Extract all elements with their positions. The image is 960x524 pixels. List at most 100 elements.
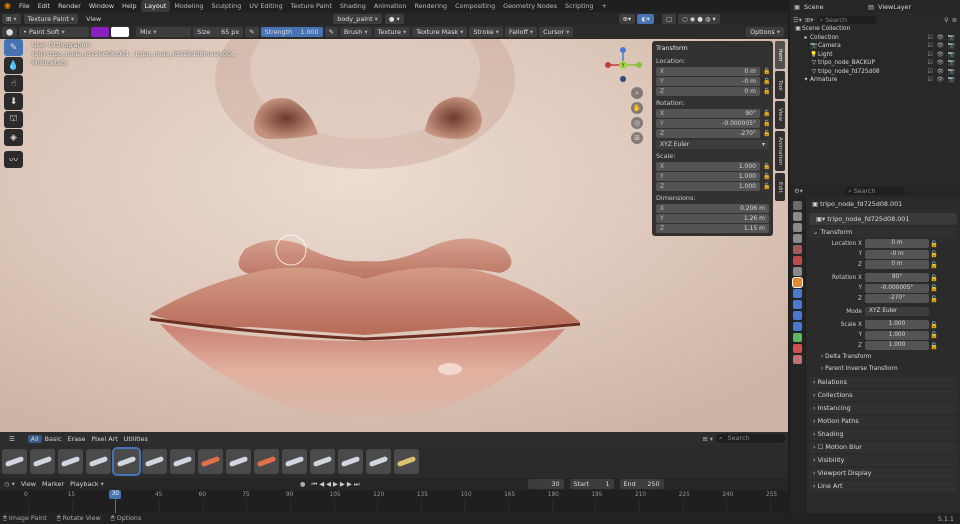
timeline-playback-menu[interactable]: Playback — [70, 480, 104, 488]
new-collection-icon[interactable]: ⊕ — [952, 16, 957, 24]
texture-menu[interactable]: Texture — [373, 27, 411, 37]
size-field[interactable]: Size 65 px — [193, 27, 244, 37]
tab-layout[interactable]: Layout — [140, 0, 171, 12]
lock-icon[interactable]: 🔓 — [929, 274, 939, 282]
brush-selector[interactable]: • Paint Soft — [19, 27, 90, 37]
outliner-row[interactable]: ▽ tripo_node_fd725d08 ☑ 👁 📷 — [790, 68, 960, 77]
brush-thumbnail[interactable] — [282, 449, 307, 474]
gizmo-toggle[interactable]: ⊕▾ — [618, 13, 636, 24]
lock-icon[interactable]: 🔓 — [929, 250, 939, 258]
3d-viewport[interactable]: ✎ 💧 ☝ ⬇ ⛫ ◈ 〰 User Orthographic (30) tri… — [0, 39, 788, 432]
sidebar-tab-view[interactable]: View — [775, 101, 785, 129]
property-field[interactable]: 0 m — [865, 260, 929, 269]
options-menu[interactable]: Options — [746, 27, 784, 37]
properties-search-input[interactable]: ⌕ Search — [845, 187, 905, 195]
lock-icon[interactable]: 🔓 — [763, 68, 770, 75]
camera-view-icon[interactable]: ◎ — [631, 117, 643, 129]
rotation-x-field[interactable]: X 90° — [656, 109, 760, 118]
tab-animation[interactable]: Animation — [370, 0, 411, 12]
parent-inverse-section[interactable]: › Parent Inverse Transform — [809, 364, 957, 375]
tool-icon[interactable]: ⬤ — [2, 27, 18, 37]
section-motion-blur[interactable]: › ☐ Motion Blur — [809, 441, 957, 453]
section-line-art[interactable]: › Line Art — [809, 480, 957, 492]
lock-icon[interactable]: 🔓 — [763, 88, 770, 95]
rotation-z-field[interactable]: Z -270° — [656, 129, 760, 138]
outliner-search-input[interactable]: ⌕ Search — [816, 16, 877, 24]
shelf-tab-all[interactable]: All — [27, 434, 42, 443]
shading-modes[interactable]: ○ ◉ ● ◍ ▾ — [678, 13, 720, 24]
section-collections[interactable]: › Collections — [809, 389, 957, 401]
tab-uv-editing[interactable]: UV Editing — [245, 0, 286, 12]
view-layer-tab-icon[interactable] — [793, 234, 802, 243]
timeline-editor-icon[interactable]: ◷ ▾ — [4, 480, 15, 488]
tab-shading[interactable]: Shading — [336, 0, 370, 12]
lock-icon[interactable]: 🔓 — [763, 173, 770, 180]
section-instancing[interactable]: › Instancing — [809, 402, 957, 414]
timeline-view-menu[interactable]: View — [21, 480, 36, 488]
sidebar-tab-edit[interactable]: Edit — [775, 173, 785, 201]
location-x-field[interactable]: X 0 m — [656, 67, 760, 76]
tab-sculpting[interactable]: Sculpting — [207, 0, 245, 12]
texture-mask-menu[interactable]: Texture Mask — [412, 27, 468, 37]
brush-menu[interactable]: Brush — [339, 27, 372, 37]
start-frame-field[interactable]: Start 1 — [569, 479, 614, 489]
brush-thumbnail[interactable] — [2, 449, 27, 474]
particles-tab-icon[interactable] — [793, 300, 802, 309]
zoom-icon[interactable]: ⌕ — [631, 87, 643, 99]
brush-thumbnail[interactable] — [198, 449, 223, 474]
scale-x-field[interactable]: X 1.000 — [656, 162, 760, 171]
outliner-editor-icon[interactable]: ☰▾ — [793, 16, 802, 24]
lock-icon[interactable]: 🔓 — [929, 342, 939, 350]
lock-icon[interactable]: 🔓 — [929, 321, 939, 329]
scene-selector[interactable]: Scene — [804, 3, 864, 11]
brush-thumbnail[interactable] — [254, 449, 279, 474]
shelf-menu-icon[interactable]: ☰ — [6, 435, 18, 443]
section-motion-paths[interactable]: › Motion Paths — [809, 415, 957, 427]
viewlayer-icon[interactable]: ▤ — [868, 3, 874, 11]
menu-window[interactable]: Window — [85, 0, 118, 12]
sidebar-tab-tool[interactable]: Tool — [775, 71, 785, 99]
annotate-tool-icon[interactable]: 〰 — [4, 151, 23, 168]
size-pressure-icon[interactable]: ✎ — [245, 27, 259, 37]
timeline-ruler[interactable]: 0 15 30 45 60 75 90 105 120 135 150 165 180 195 210 225… — [0, 490, 788, 513]
color-swatch[interactable] — [91, 27, 110, 37]
mask-tool-icon[interactable]: ◈ — [4, 129, 23, 146]
tab-modeling[interactable]: Modeling — [170, 0, 207, 12]
object-name-field[interactable]: ▣▾ tripo_node_fd725d08.001 — [809, 213, 957, 225]
brush-thumbnail[interactable] — [338, 449, 363, 474]
cursor-menu[interactable]: Cursor — [539, 27, 574, 37]
output-tab-icon[interactable] — [793, 223, 802, 232]
dimensions-z-field[interactable]: Z 1.15 m — [656, 224, 769, 233]
blender-logo-icon[interactable]: ◉ — [0, 0, 15, 12]
brush-thumbnail[interactable] — [366, 449, 391, 474]
lock-icon[interactable]: 🔓 — [929, 295, 939, 303]
brush-thumbnail[interactable] — [310, 449, 335, 474]
end-frame-field[interactable]: End 250 — [619, 479, 664, 489]
draw-tool-icon[interactable]: ✎ — [4, 39, 23, 56]
object-tab-icon[interactable] — [792, 277, 803, 288]
brush-thumbnail[interactable] — [226, 449, 251, 474]
material-tab-icon[interactable] — [793, 344, 802, 353]
strength-pressure-icon[interactable]: ✎ — [324, 27, 338, 37]
brush-thumbnail[interactable] — [58, 449, 83, 474]
mode-selector[interactable]: Texture Paint — [23, 13, 79, 24]
shelf-search-input[interactable]: ⌕ Search — [716, 434, 786, 443]
property-field[interactable]: -0 m — [865, 249, 929, 259]
tab-rendering[interactable]: Rendering — [410, 0, 451, 12]
scene-tab-icon[interactable] — [793, 245, 802, 254]
navigation-gizmo[interactable]: Y — [602, 45, 644, 85]
scale-z-field[interactable]: Z 1.000 — [656, 182, 760, 191]
pan-hand-icon[interactable]: ✋ — [631, 102, 643, 114]
section-visibility[interactable]: › Visibility — [809, 454, 957, 466]
lock-icon[interactable]: 🔓 — [929, 331, 939, 339]
strength-field[interactable]: Strength 1.000 — [260, 27, 323, 37]
outliner-row[interactable]: ▸ Collection ☑ 👁 📷 — [790, 34, 960, 43]
scene-icon[interactable]: ▣ — [794, 3, 800, 11]
overlay-toggle[interactable]: ◐▾ — [637, 13, 655, 24]
slot-toggle[interactable]: ● ▾ — [384, 13, 404, 24]
outliner-row[interactable]: ▽ tripo_node_BACKUP ☑ 👁 📷 — [790, 59, 960, 68]
paint-slot-selector[interactable]: body_paint — [333, 13, 382, 24]
property-field[interactable]: 0 m — [865, 239, 929, 248]
menu-help[interactable]: Help — [118, 0, 141, 12]
outliner-row[interactable]: 📷 Camera ☑ 👁 📷 — [790, 42, 960, 51]
